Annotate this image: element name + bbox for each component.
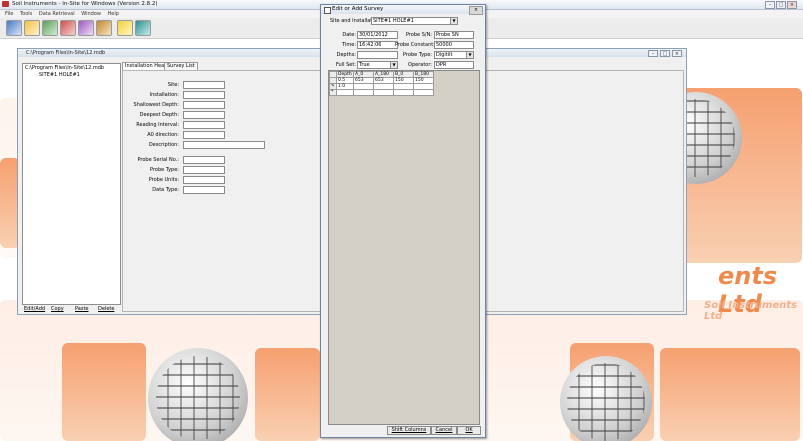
site-tree[interactable]: C:\Program Files\In-Site\12.mdb SITE#1 H… [22, 63, 121, 305]
dialog-title: Edit or Add Survey [332, 6, 384, 12]
probe-type-label: Probe Type: [403, 52, 432, 58]
delete-button[interactable]: Delete [98, 306, 114, 313]
grid-cell[interactable] [393, 89, 414, 96]
data-type-field[interactable] [183, 186, 225, 194]
grid-cell[interactable] [353, 89, 374, 96]
time-label: Time: [342, 42, 356, 48]
depths-label: Depths: [336, 52, 356, 58]
watermark-globe [560, 356, 652, 441]
table-row[interactable]: 0.5 653 653 150 150 [329, 77, 434, 84]
grid-header-row: Depth A_0 A_180 B_0 B_180 [329, 71, 434, 78]
dialog-icon [324, 7, 331, 14]
close-button[interactable]: × [787, 1, 797, 9]
tree-root[interactable]: C:\Program Files\In-Site\12.mdb [25, 65, 104, 71]
new-row-icon[interactable]: * [329, 89, 337, 96]
probe-constant-field[interactable]: 50000 [434, 41, 474, 49]
probe-serial-field[interactable] [183, 156, 225, 164]
open-folder-icon[interactable] [24, 20, 40, 36]
description-field[interactable] [183, 141, 265, 149]
probe-serial-label: Probe Serial No.: [137, 157, 180, 163]
copy-button[interactable]: Copy [51, 306, 64, 313]
watermark-swoosh [255, 348, 320, 441]
a0-direction-field[interactable] [183, 131, 225, 139]
dialog-titlebar: Edit or Add Survey [321, 5, 485, 14]
tools-icon[interactable] [42, 20, 58, 36]
probe-type-select[interactable]: Digitilt ▼ [434, 51, 474, 59]
database-window-title: C:\Program Files\In-Site\12.mdb [26, 50, 106, 56]
watermark-swoosh [660, 348, 800, 441]
time-field[interactable]: 16:42:06 [357, 41, 398, 49]
menu-help[interactable]: Help [108, 11, 119, 17]
probe-type-field[interactable] [183, 166, 225, 174]
export-icon[interactable] [96, 20, 112, 36]
menu-data-retrieval[interactable]: Data Retrieval [39, 11, 75, 17]
cancel-button[interactable]: Cancel [431, 426, 457, 435]
site-label: Site: [167, 82, 179, 88]
app-title: Soil Instruments - In-Site for Windows (… [12, 1, 158, 7]
probe-sn-label: Probe S/N: [405, 32, 432, 38]
menu-tools[interactable]: Tools [20, 11, 32, 17]
tab-survey-list[interactable]: Survey List [164, 62, 198, 70]
edit-survey-dialog: Edit or Add Survey × Site and Installati… [320, 4, 486, 438]
site-field[interactable] [183, 81, 225, 89]
help-icon[interactable] [117, 20, 133, 36]
menu-window[interactable]: Window [81, 11, 101, 17]
table-row[interactable]: * [329, 89, 434, 96]
depths-field[interactable] [357, 51, 398, 59]
operator-field[interactable]: DPR [434, 61, 474, 69]
retrieval-icon[interactable] [78, 20, 94, 36]
grid-cell[interactable] [373, 89, 394, 96]
data-type-label: Data Type: [152, 187, 179, 193]
date-field[interactable]: 30/01/2012 [357, 31, 398, 39]
a0-direction-label: A0 direction: [147, 132, 179, 138]
probe-units-field[interactable] [183, 176, 225, 184]
menu-file[interactable]: File [5, 11, 13, 17]
deepest-depth-label: Deepest Depth: [139, 112, 179, 118]
grid-cell[interactable] [413, 89, 434, 96]
tree-item-site1-hole1[interactable]: SITE#1 HOLE#1 [39, 72, 80, 78]
installation-label: Installation: [149, 92, 179, 98]
watermark-company-subtext: Soil Instruments Ltd [704, 300, 798, 322]
child-close-button[interactable]: × [672, 50, 682, 57]
grid-cell[interactable] [336, 89, 354, 96]
probe-constant-label: Probe Constant: [395, 42, 435, 48]
probe-type-label: Probe Type: [150, 167, 179, 173]
full-set-select[interactable]: True ▼ [357, 61, 398, 69]
exit-icon[interactable] [135, 20, 151, 36]
chevron-down-icon: ▼ [450, 18, 457, 24]
site-installation-select[interactable]: SITE#1 HOLE#1 ▼ [371, 17, 458, 25]
edit-add-button[interactable]: Edit/Add [24, 306, 45, 313]
watermark-globe [148, 348, 248, 441]
app-icon [2, 1, 9, 7]
child-minimize-button[interactable]: – [648, 50, 658, 57]
dialog-close-button[interactable]: × [469, 6, 483, 15]
paste-button[interactable]: Paste [75, 306, 89, 313]
database-icon[interactable] [6, 20, 22, 36]
installation-field[interactable] [183, 91, 225, 99]
reading-interval-field[interactable] [183, 121, 225, 129]
ok-button[interactable]: OK [457, 426, 481, 435]
shallowest-depth-field[interactable] [183, 101, 225, 109]
probe-units-label: Probe Units: [148, 177, 179, 183]
date-label: Date: [342, 32, 356, 38]
import-icon[interactable] [60, 20, 76, 36]
reading-interval-label: Reading Interval: [136, 122, 179, 128]
column-header-depth[interactable]: Depth [336, 71, 354, 78]
deepest-depth-field[interactable] [183, 111, 225, 119]
shallowest-depth-label: Shallowest Depth: [133, 102, 179, 108]
shift-columns-button[interactable]: Shift Columns [387, 426, 431, 435]
child-restore-button[interactable]: □ [660, 50, 670, 57]
survey-data-grid[interactable]: Depth A_0 A_180 B_0 B_180 0.5 653 653 15… [328, 70, 480, 425]
description-label: Description: [148, 142, 179, 148]
operator-label: Operator: [408, 62, 432, 68]
watermark-swoosh [62, 343, 146, 441]
maximize-button[interactable]: □ [776, 1, 786, 9]
chevron-down-icon: ▼ [466, 52, 473, 58]
full-set-label: Full Set: [335, 62, 356, 68]
minimize-button[interactable]: – [765, 1, 775, 9]
probe-sn-field[interactable]: Probe SN [434, 31, 474, 39]
